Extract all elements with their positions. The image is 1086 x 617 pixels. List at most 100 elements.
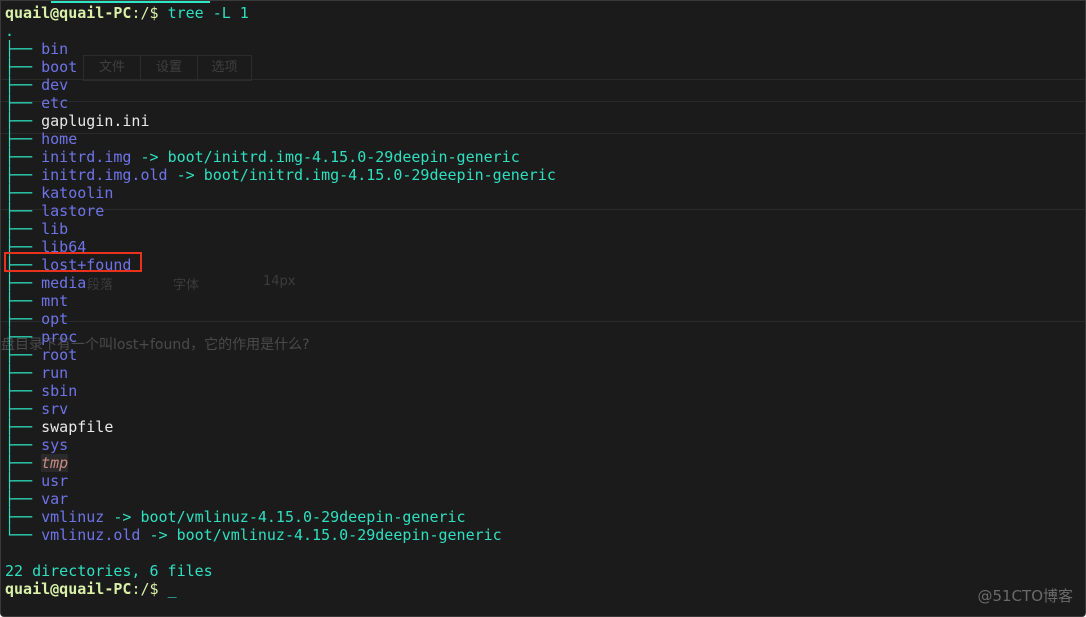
prompt-line[interactable]: quail@quail-PC:/$ _ (5, 580, 556, 598)
symlink-arrow: -> (104, 508, 141, 526)
tree-entry: ├── initrd.img -> boot/initrd.img-4.15.0… (5, 148, 556, 166)
tree-entry: ├── vmlinuz -> boot/vmlinuz-4.15.0-29dee… (5, 508, 556, 526)
entry-name-dir: usr (41, 472, 69, 490)
entry-name-link: initrd.img.old (41, 166, 168, 184)
tree-entry: ├── lastore (5, 202, 556, 220)
tree-branch: ├── (5, 472, 42, 490)
active-tab-indicator (51, 1, 210, 3)
tree-entry: ├── root (5, 346, 556, 364)
symlink-arrow: -> (167, 166, 204, 184)
tree-entry: ├── var (5, 490, 556, 508)
entry-name-dir: etc (41, 94, 69, 112)
tree-branch: ├── (5, 76, 42, 94)
command-text: tree -L 1 (167, 4, 249, 22)
prompt-symbol: $ (149, 4, 168, 22)
tree-branch: ├── (5, 382, 42, 400)
entry-name-dir: srv (41, 400, 69, 418)
tree-entry: ├── sbin (5, 382, 556, 400)
tree-entry: ├── sys (5, 436, 556, 454)
tree-branch: ├── (5, 292, 42, 310)
entry-name-dir: lib (41, 220, 69, 238)
highlight-box-lost-found (4, 252, 142, 272)
entry-name-file: swapfile (41, 418, 114, 436)
tree-branch: ├── (5, 220, 42, 238)
terminal-output: quail@quail-PC:/$ tree -L 1 . ├── bin ├──… (5, 4, 556, 598)
entry-name-dir: run (41, 364, 69, 382)
tree-entry: ├── bin (5, 40, 556, 58)
tree-branch: ├── (5, 454, 42, 472)
tree-entry: ├── initrd.img.old -> boot/initrd.img-4.… (5, 166, 556, 184)
tree-branch: ├── (5, 112, 42, 130)
symlink-arrow: -> (140, 526, 177, 544)
entry-name-dir: proc (41, 328, 78, 346)
tree-entry: ├── mnt (5, 292, 556, 310)
text-cursor: _ (167, 580, 177, 598)
tree-summary: 22 directories, 6 files (5, 562, 213, 580)
tree-branch: ├── (5, 184, 42, 202)
symlink-target: boot/initrd.img-4.15.0-29deepin-generic (167, 148, 520, 166)
entry-name-dir: var (41, 490, 69, 508)
tree-entry: ├── katoolin (5, 184, 556, 202)
tree-entry: ├── run (5, 364, 556, 382)
symlink-target: boot/vmlinuz-4.15.0-29deepin-generic (176, 526, 502, 544)
entry-name-dir: root (41, 346, 78, 364)
tree-branch: ├── (5, 94, 42, 112)
tree-branch: └── (5, 526, 42, 544)
entry-name-dir: katoolin (41, 184, 114, 202)
tree-branch: ├── (5, 346, 42, 364)
tree-entry: ├── tmp (5, 454, 556, 472)
prompt-path: :/ (131, 4, 150, 22)
tree-entry: ├── media (5, 274, 556, 292)
tree-entry: ├── lib (5, 220, 556, 238)
entry-name-dir: sys (41, 436, 69, 454)
terminal-window[interactable]: 文件 设置 选项 段落 字体 14px 盘目录下有一个叫lost+found，它… (0, 0, 1086, 617)
tree-branch: ├── (5, 364, 42, 382)
prompt-user-host: quail@quail-PC (5, 580, 132, 598)
entry-name-dir: opt (41, 310, 69, 328)
tree-branch: ├── (5, 166, 42, 184)
tree-branch: ├── (5, 310, 42, 328)
entry-name-dir: home (41, 130, 78, 148)
tree-entry: ├── srv (5, 400, 556, 418)
tree-branch: ├── (5, 400, 42, 418)
tree-entry: ├── usr (5, 472, 556, 490)
tree-branch: ├── (5, 490, 42, 508)
entry-name-link: vmlinuz.old (41, 526, 141, 544)
entry-name-dir: boot (41, 58, 78, 76)
entry-name-dir: dev (41, 76, 69, 94)
symlink-arrow: -> (131, 148, 168, 166)
tree-entry: ├── proc (5, 328, 556, 346)
tree-branch: ├── (5, 40, 42, 58)
tree-branch: ├── (5, 202, 42, 220)
tree-entry: ├── etc (5, 94, 556, 112)
tree-branch: ├── (5, 436, 42, 454)
symlink-target: boot/initrd.img-4.15.0-29deepin-generic (203, 166, 556, 184)
prompt-symbol: $ (149, 580, 168, 598)
tree-entry: ├── boot (5, 58, 556, 76)
entry-name-link: vmlinuz (41, 508, 105, 526)
prompt-path: :/ (131, 580, 150, 598)
symlink-target: boot/vmlinuz-4.15.0-29deepin-generic (140, 508, 466, 526)
entry-name-dir: bin (41, 40, 69, 58)
prompt-user-host: quail@quail-PC (5, 4, 132, 22)
entry-name-tmp: tmp (41, 454, 69, 472)
tree-root: . (5, 22, 15, 40)
tree-entry: ├── gaplugin.ini (5, 112, 556, 130)
tree-branch: ├── (5, 508, 42, 526)
tree-entry: ├── dev (5, 76, 556, 94)
tree-branch: ├── (5, 418, 42, 436)
watermark: @51CTO博客 (977, 587, 1073, 605)
command-line: quail@quail-PC:/$ tree -L 1 (5, 4, 556, 22)
tree-entry: ├── home (5, 130, 556, 148)
tree-branch: ├── (5, 274, 42, 292)
tree-entry: ├── swapfile (5, 418, 556, 436)
tree-entry: └── vmlinuz.old -> boot/vmlinuz-4.15.0-2… (5, 526, 556, 544)
entry-name-dir: mnt (41, 292, 69, 310)
entry-name-link: initrd.img (41, 148, 132, 166)
entry-name-file: gaplugin.ini (41, 112, 150, 130)
tree-branch: ├── (5, 148, 42, 166)
entry-name-dir: media (41, 274, 87, 292)
tree-branch: ├── (5, 130, 42, 148)
tree-entry: ├── opt (5, 310, 556, 328)
